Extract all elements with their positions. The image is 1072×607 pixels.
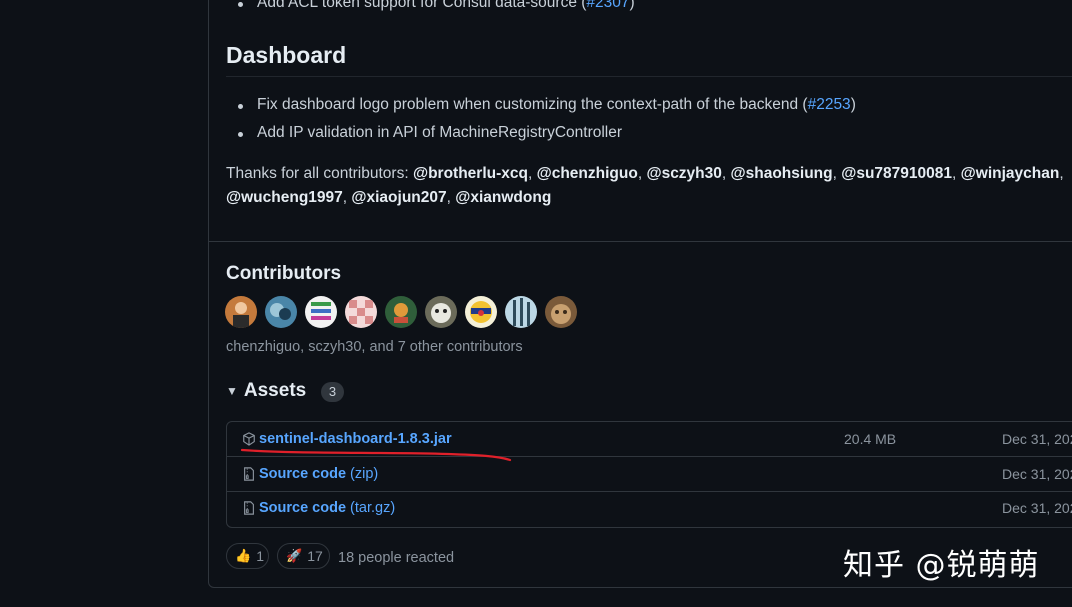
asset-link[interactable]: Source code (tar.gz) xyxy=(259,500,395,516)
reaction-summary: 18 people reacted xyxy=(338,550,455,566)
issue-link[interactable]: #2307 xyxy=(586,0,629,11)
avatar[interactable] xyxy=(505,296,537,328)
section-divider xyxy=(209,241,1072,242)
thanks-paragraph: Thanks for all contributors: @brotherlu-… xyxy=(226,165,1064,206)
heading-divider xyxy=(226,76,1072,77)
contributor-mention[interactable]: @wucheng1997 xyxy=(226,189,343,206)
reaction-rocket[interactable]: 🚀 17 xyxy=(277,543,330,569)
assets-list: sentinel-dashboard-1.8.3.jar 20.4 MB Dec… xyxy=(226,421,1072,528)
file-zip-icon xyxy=(244,467,254,481)
asset-size: 20.4 MB xyxy=(844,431,897,447)
zhihu-watermark: 知乎 @锐萌萌 xyxy=(843,548,1040,583)
issue-link[interactable]: #2253 xyxy=(808,96,851,113)
reaction-thumbs-up[interactable]: 👍 1 xyxy=(226,543,269,569)
assets-title: Assets xyxy=(243,380,307,401)
section-heading-dashboard: Dashboard xyxy=(226,42,347,68)
avatar[interactable] xyxy=(305,296,337,328)
package-icon xyxy=(243,432,255,446)
avatar[interactable] xyxy=(425,296,457,328)
contributor-mention[interactable]: @brotherlu-xcq xyxy=(413,165,528,182)
contributor-mention[interactable]: @xiaojun207 xyxy=(351,189,446,206)
assets-count-badge: 3 xyxy=(321,382,344,402)
asset-date: Dec 31, 2021 xyxy=(1002,466,1072,482)
avatar[interactable] xyxy=(545,296,577,328)
asset-date: Dec 31, 2021 xyxy=(1002,431,1072,447)
contributor-avatars xyxy=(225,296,577,328)
release-note-item: Add IP validation in API of MachineRegis… xyxy=(237,124,623,141)
asset-row[interactable]: Source code (tar.gz) Dec 31, 2021 xyxy=(227,491,1072,525)
contributors-heading: Contributors xyxy=(226,263,342,284)
release-note-item: Add ACL token support for Consul data-so… xyxy=(238,0,635,12)
assets-toggle[interactable]: ▼ Assets xyxy=(226,380,306,402)
avatar[interactable] xyxy=(265,296,297,328)
release-note-item: Fix dashboard logo problem when customiz… xyxy=(238,96,856,113)
contributor-mention[interactable]: @shaohsiung xyxy=(731,165,833,182)
asset-link[interactable]: Source code (zip) xyxy=(259,466,378,482)
contributors-summary: chenzhiguo, sczyh30, and 7 other contrib… xyxy=(226,339,523,355)
avatar[interactable] xyxy=(465,296,497,328)
avatar[interactable] xyxy=(385,296,417,328)
avatar[interactable] xyxy=(225,296,257,328)
contributor-mention[interactable]: @sczyh30 xyxy=(646,165,721,182)
rocket-icon: 🚀 xyxy=(286,548,303,563)
asset-link[interactable]: sentinel-dashboard-1.8.3.jar xyxy=(259,431,452,447)
thumbs-up-icon: 👍 xyxy=(235,548,252,563)
asset-date: Dec 31, 2021 xyxy=(1002,500,1072,516)
file-zip-icon xyxy=(244,501,254,515)
contributor-mention[interactable]: @chenzhiguo xyxy=(537,165,638,182)
red-underline-annotation xyxy=(240,448,512,462)
contributor-mention[interactable]: @su787910081 xyxy=(841,165,952,182)
caret-down-icon: ▼ xyxy=(226,384,238,398)
avatar[interactable] xyxy=(345,296,377,328)
contributor-mention[interactable]: @winjaychan xyxy=(961,165,1060,182)
contributor-mention[interactable]: @xianwdong xyxy=(455,189,551,206)
